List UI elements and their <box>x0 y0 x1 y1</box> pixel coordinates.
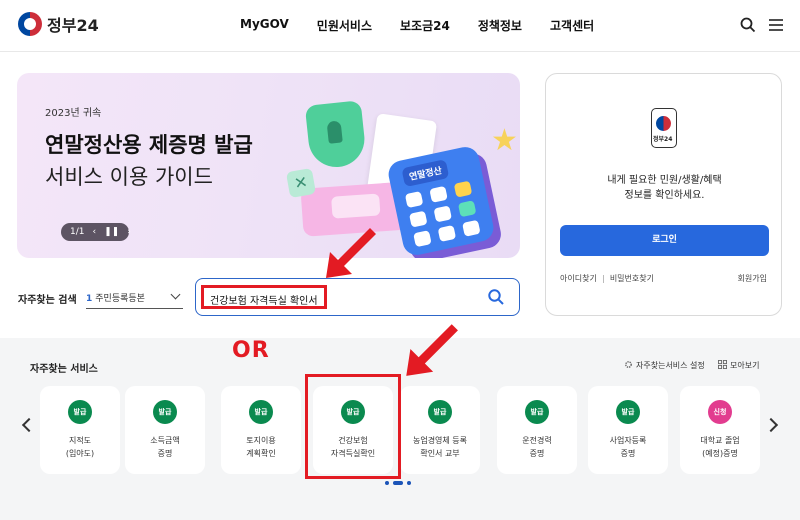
highlight-box <box>305 374 401 479</box>
chevron-left-icon[interactable] <box>21 417 37 433</box>
select-number: 1 <box>86 294 93 304</box>
header: 정부24 MyGOV 민원서비스 보조금24 정책정보 고객센터 <box>0 0 800 52</box>
service-label: 토지이용계획확인 <box>221 434 301 460</box>
nav-mygov[interactable]: MyGOV <box>240 17 289 34</box>
search-icon[interactable] <box>739 16 757 34</box>
carousel-dot-active[interactable] <box>393 481 403 485</box>
services-view-all-link[interactable]: 모아보기 <box>718 360 759 371</box>
mobile-phone-icon: 정부24 <box>651 108 677 148</box>
banner-page-count: 1/1 <box>70 227 85 237</box>
calculator-illustration: 연말정산 <box>386 144 496 258</box>
site-logo[interactable]: 정부24 <box>18 12 99 36</box>
service-card[interactable]: 발급 토지이용계획확인 <box>221 386 301 474</box>
carousel-pagination <box>385 481 411 485</box>
service-card[interactable]: 발급 소득금액증명 <box>125 386 205 474</box>
service-card[interactable]: 발급 농업경영체 등록확인서 교부 <box>400 386 480 474</box>
star-illustration: ★ <box>491 123 518 158</box>
link-divider <box>602 274 604 283</box>
service-label-line1: 대학교 졸업 <box>700 436 740 445</box>
service-badge: 발급 <box>428 400 452 424</box>
calculator-label: 연말정산 <box>401 159 450 188</box>
login-message-line2: 정보를 확인하세요. <box>624 190 705 201</box>
banner-next-icon[interactable]: › <box>127 227 131 237</box>
service-label-line1: 토지이용 <box>246 436 276 445</box>
shield-lock-illustration <box>304 100 368 170</box>
chevron-right-icon[interactable] <box>763 417 779 433</box>
service-badge: 발급 <box>616 400 640 424</box>
services-settings-link[interactable]: 자주찾는서비스 설정 <box>624 360 705 371</box>
chevron-down-icon <box>170 289 181 300</box>
service-label-line1: 소득금액 <box>150 436 180 445</box>
join-link[interactable]: 회원가입 <box>738 273 767 284</box>
services-view-all-label: 모아보기 <box>730 361 760 370</box>
banner-pager: 1/1 ‹ ❚❚ › <box>61 223 131 241</box>
service-label: 농업경영체 등록확인서 교부 <box>400 434 480 460</box>
service-badge: 신청 <box>708 400 732 424</box>
service-card[interactable]: 신청 대학교 졸업 (예정)증명 <box>680 386 760 474</box>
login-card: 정부24 내게 필요한 민원/생활/혜택 정보를 확인하세요. 로그인 아이디찾… <box>545 73 782 316</box>
service-badge: 발급 <box>249 400 273 424</box>
service-label: 운전경력증명 <box>497 434 577 460</box>
frequent-search-select[interactable]: 1 주민등록등본 <box>86 283 183 309</box>
login-button[interactable]: 로그인 <box>560 225 769 256</box>
nav-subsidy24[interactable]: 보조금24 <box>400 17 450 34</box>
search-input[interactable]: 건강보험 자격득실 확인서 <box>195 278 520 316</box>
services-settings-label: 자주찾는서비스 설정 <box>636 361 705 370</box>
promo-banner[interactable]: 2023년 귀속 연말정산용 제증명 발급 서비스 이용 가이드 1/1 ‹ ❚… <box>17 73 520 258</box>
carousel-dot[interactable] <box>407 481 411 485</box>
or-annotation: OR <box>232 338 270 363</box>
banner-pause-icon[interactable]: ❚❚ <box>104 227 119 237</box>
service-label-line2: 증명 <box>529 449 545 458</box>
find-id-link[interactable]: 아이디찾기 <box>560 274 597 283</box>
service-label-line1: 사업자등록 <box>609 436 647 445</box>
main-nav: MyGOV 민원서비스 보조금24 정책정보 고객센터 <box>240 17 622 34</box>
grid-icon <box>718 360 727 369</box>
service-badge: 발급 <box>68 400 92 424</box>
services-title: 자주찾는 서비스 <box>30 364 98 375</box>
taegeuk-mark-icon <box>656 116 671 131</box>
banner-subtitle: 서비스 이용 가이드 <box>45 165 213 189</box>
service-label: 소득금액증명 <box>125 434 205 460</box>
account-links: 아이디찾기 비밀번호찾기 <box>560 273 654 284</box>
service-card[interactable]: 발급 운전경력증명 <box>497 386 577 474</box>
service-badge: 발급 <box>525 400 549 424</box>
nav-civil-services[interactable]: 민원서비스 <box>317 17 372 34</box>
service-label-line2: 확인서 교부 <box>420 449 460 458</box>
banner-title: 연말정산용 제증명 발급 <box>45 133 253 157</box>
service-label-line2: 계획확인 <box>246 449 276 458</box>
service-card[interactable]: 발급 지적도 (임야도) <box>40 386 120 474</box>
carousel-dot[interactable] <box>385 481 389 485</box>
login-message-line1: 내게 필요한 민원/생활/혜택 <box>607 175 722 186</box>
search-input-value: 건강보험 자격득실 확인서 <box>201 285 327 309</box>
nav-customer-center[interactable]: 고객센터 <box>550 17 594 34</box>
taegeuk-logo-icon <box>18 12 42 36</box>
service-label-line1: 운전경력 <box>522 436 552 445</box>
select-value: 주민등록등본 <box>95 294 145 304</box>
phone-label: 정부24 <box>653 136 673 143</box>
menu-icon[interactable] <box>767 16 785 34</box>
close-tile-illustration: ✕ <box>285 167 317 199</box>
banner-prev-icon[interactable]: ‹ <box>92 227 96 237</box>
login-message: 내게 필요한 민원/생활/혜택 정보를 확인하세요. <box>546 173 783 203</box>
search-submit-icon[interactable] <box>487 288 505 306</box>
service-card[interactable]: 발급 사업자등록증명 <box>588 386 668 474</box>
frequent-search-label: 자주찾는 검색 <box>18 295 77 306</box>
nav-policy-info[interactable]: 정책정보 <box>478 17 522 34</box>
service-label-line1: 지적도 <box>68 436 92 445</box>
banner-year: 2023년 귀속 <box>45 108 102 119</box>
service-badge: 발급 <box>153 400 177 424</box>
logo-text: 정부24 <box>47 16 99 35</box>
gear-icon <box>625 361 632 368</box>
service-label: 대학교 졸업 (예정)증명 <box>680 434 760 460</box>
service-label-line1: 농업경영체 등록 <box>412 436 468 445</box>
service-label-line2: 증명 <box>157 449 173 458</box>
find-password-link[interactable]: 비밀번호찾기 <box>610 274 654 283</box>
service-label-line2: 증명 <box>620 449 636 458</box>
service-label: 지적도 (임야도) <box>40 434 120 460</box>
service-label-line2: (임야도) <box>65 449 95 458</box>
service-label-line2: (예정)증명 <box>702 449 738 458</box>
service-label: 사업자등록증명 <box>588 434 668 460</box>
